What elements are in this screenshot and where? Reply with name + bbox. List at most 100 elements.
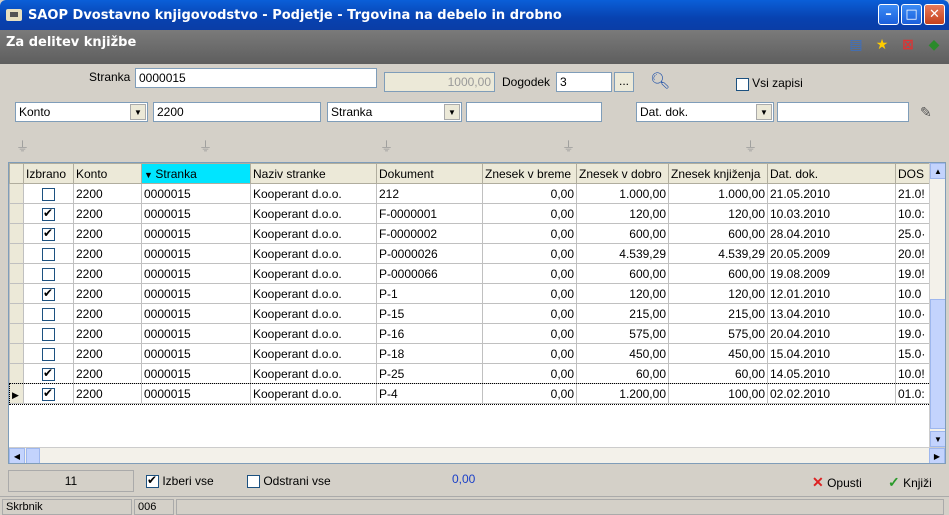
- row-checkbox[interactable]: [42, 386, 55, 401]
- table-row[interactable]: 2200 0000015 Kooperant d.o.o. P-18 0,00 450,0…: [9, 343, 930, 364]
- star-icon[interactable]: ★: [873, 36, 891, 54]
- col-izbrano[interactable]: Izbrano: [23, 163, 74, 184]
- minimize-button[interactable]: –: [878, 4, 899, 25]
- col-naziv[interactable]: Naziv stranke: [250, 163, 377, 184]
- filter-icon[interactable]: ⏚: [744, 136, 760, 154]
- vertical-scrollbar[interactable]: ▲ ▼: [929, 163, 945, 447]
- close-button[interactable]: ✕: [924, 4, 945, 25]
- cell-naziv: Kooperant d.o.o.: [250, 343, 377, 364]
- cell-datum: 14.05.2010: [767, 363, 896, 384]
- table-row[interactable]: 2200 0000015 Kooperant d.o.o. P-0000066 0,00…: [9, 263, 930, 284]
- field1-input[interactable]: 2200: [153, 102, 321, 122]
- cell-datum: 12.01.2010: [767, 283, 896, 304]
- cell-dos: 10.0: [895, 283, 930, 304]
- cell-dos: 01.0:: [895, 383, 930, 404]
- row-checkbox[interactable]: [42, 347, 55, 361]
- entries-grid[interactable]: Izbrano Konto ▼ Stranka Naziv stranke Do…: [8, 162, 946, 464]
- cell-izbrano: [23, 203, 74, 224]
- filter-icon[interactable]: ⏚: [562, 136, 578, 154]
- table-row[interactable]: ▶ 22000000015Kooperant d.o.o.P-40,001.200…: [9, 382, 931, 405]
- sort-desc-icon: ▼: [144, 169, 156, 180]
- cell-konto: 2200: [73, 343, 142, 364]
- row-checkbox[interactable]: [42, 327, 55, 341]
- table-row[interactable]: 22000000015Kooperant d.o.o.F-00000020,00…: [9, 223, 930, 244]
- scroll-up-icon[interactable]: ▲: [930, 163, 945, 179]
- cell-dobro: 600,00: [576, 263, 669, 284]
- dogodek-lookup-button[interactable]: ...: [614, 72, 634, 92]
- table-row[interactable]: 2200 0000015 Kooperant d.o.o. 212 0,00 1.000,…: [9, 183, 930, 204]
- select-all-label: Izberi vse: [162, 474, 214, 488]
- col-dobro[interactable]: Znesek v dobro: [576, 163, 669, 184]
- field2-select[interactable]: Stranka ▼: [327, 102, 462, 122]
- select-all-checkbox[interactable]: Izberi vse: [146, 473, 214, 489]
- cell-datum: 13.04.2010: [767, 303, 896, 324]
- cell-breme: 0,00: [482, 303, 577, 324]
- row-checkbox[interactable]: [42, 226, 55, 241]
- maximize-button[interactable]: □: [901, 4, 922, 25]
- eraser-icon[interactable]: ✎: [920, 104, 932, 121]
- chevron-down-icon[interactable]: ▼: [756, 104, 772, 120]
- row-checkbox[interactable]: [42, 307, 55, 321]
- dogodek-input[interactable]: 3: [556, 72, 612, 92]
- table-row[interactable]: 22000000015Kooperant d.o.o.P-10,00120,00…: [9, 283, 930, 304]
- scroll-right-icon[interactable]: ▶: [929, 448, 945, 463]
- vsi-zapisi-checkbox[interactable]: Vsi zapisi: [736, 76, 803, 91]
- chevron-down-icon[interactable]: ▼: [444, 104, 460, 120]
- field1-value: Konto: [19, 105, 51, 119]
- filter-icon[interactable]: ⏚: [380, 136, 396, 154]
- table-row[interactable]: 22000000015Kooperant d.o.o.P-250,0060,00…: [9, 363, 930, 384]
- book-icon[interactable]: ◆: [925, 36, 943, 54]
- remove-all-checkbox[interactable]: Odstrani vse: [247, 474, 331, 489]
- scroll-thumb[interactable]: [930, 299, 945, 429]
- vsi-zapisi-box[interactable]: [736, 77, 749, 91]
- row-checkbox[interactable]: [42, 206, 55, 221]
- cell-dobro: 215,00: [576, 303, 669, 324]
- table-row[interactable]: 2200 0000015 Kooperant d.o.o. P-15 0,00 215,0…: [9, 303, 930, 324]
- field2-input[interactable]: [466, 102, 602, 122]
- col-stranka[interactable]: ▼ Stranka: [141, 163, 251, 184]
- field3-input[interactable]: [777, 102, 909, 122]
- search-icon[interactable]: 🔍︎: [650, 71, 670, 91]
- filter-icon[interactable]: ⏚: [16, 136, 32, 154]
- chevron-down-icon[interactable]: ▼: [130, 104, 146, 120]
- row-checkbox[interactable]: [42, 286, 55, 301]
- post-button[interactable]: ✓ Knjiži: [888, 474, 932, 491]
- row-checkbox[interactable]: [42, 247, 55, 261]
- cell-breme: 0,00: [482, 283, 577, 304]
- table-row[interactable]: 2200 0000015 Kooperant d.o.o. P-0000026 0,00…: [9, 243, 930, 264]
- col-breme[interactable]: Znesek v breme: [482, 163, 577, 184]
- col-datum[interactable]: Dat. dok.: [767, 163, 896, 184]
- row-indicator: [9, 363, 24, 384]
- row-checkbox[interactable]: [42, 366, 55, 381]
- scroll-left-icon[interactable]: ◀: [9, 448, 25, 463]
- field3-select[interactable]: Dat. dok. ▼: [636, 102, 774, 122]
- hscroll-thumb[interactable]: [26, 448, 40, 463]
- cell-knjizenja: 4.539,29: [668, 243, 768, 264]
- dogodek-label: Dogodek: [502, 75, 551, 89]
- cell-izbrano: [23, 263, 74, 284]
- select-all-box[interactable]: [146, 473, 159, 489]
- filter-panel: Stranka 0000015 1000,00 Dogodek 3 ... 🔍︎…: [0, 64, 949, 158]
- table-row[interactable]: 22000000015Kooperant d.o.o.F-00000010,00…: [9, 203, 930, 224]
- cancel-button[interactable]: ✕ Opusti: [812, 474, 862, 491]
- horizontal-scrollbar[interactable]: ◀ ▶: [9, 447, 945, 463]
- columns-icon[interactable]: ▤: [847, 36, 865, 54]
- cell-knjizenja: 600,00: [668, 223, 768, 244]
- cell-stranka: 0000015: [141, 343, 251, 364]
- stranka-input[interactable]: 0000015: [135, 68, 377, 88]
- filter-icon[interactable]: ⏚: [199, 136, 215, 154]
- col-knjizenja[interactable]: Znesek knjiženja: [668, 163, 768, 184]
- status-user: Skrbnik: [2, 499, 132, 515]
- field1-select[interactable]: Konto ▼: [15, 102, 148, 122]
- col-dos[interactable]: DOS: [895, 163, 930, 184]
- col-konto[interactable]: Konto: [73, 163, 142, 184]
- scroll-down-icon[interactable]: ▼: [930, 431, 945, 447]
- export-icon[interactable]: ⊠: [899, 36, 917, 54]
- table-row[interactable]: 2200 0000015 Kooperant d.o.o. P-16 0,00 575,0…: [9, 323, 930, 344]
- cell-stranka: 0000015: [141, 263, 251, 284]
- row-checkbox[interactable]: [42, 187, 55, 201]
- remove-all-box[interactable]: [247, 475, 260, 489]
- col-dokument[interactable]: Dokument: [376, 163, 483, 184]
- row-checkbox[interactable]: [42, 267, 55, 281]
- cell-breme: 0,00: [482, 363, 577, 384]
